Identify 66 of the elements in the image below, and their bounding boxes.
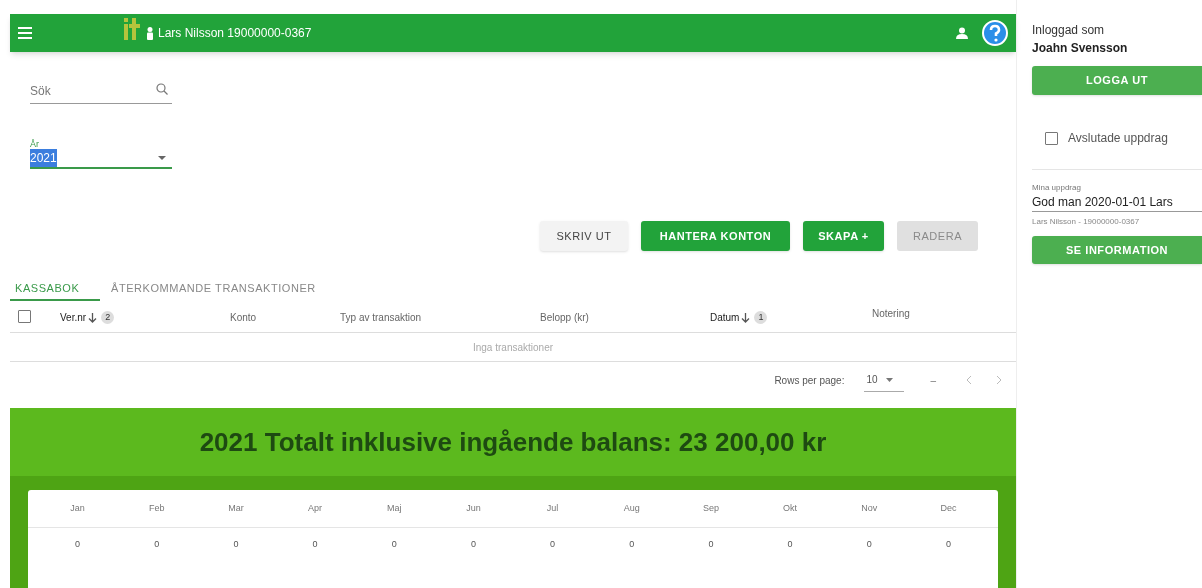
menu-icon[interactable] <box>18 27 32 39</box>
action-button[interactable]: HANTERA KONTON <box>641 221 790 251</box>
column-header[interactable]: Belopp (kr) <box>540 310 589 325</box>
column-header[interactable]: Ver.nr <box>60 310 87 325</box>
month-header: Mar <box>228 501 244 515</box>
year-select[interactable]: 2021 <box>30 149 172 169</box>
dropdown-icon <box>158 156 166 160</box>
month-value: 0 <box>550 538 556 552</box>
action-button[interactable]: SKRIV UT <box>540 221 628 251</box>
page-range: – <box>930 373 936 388</box>
sort-order-badge: 2 <box>101 311 115 324</box>
checkbox-label: Avslutade uppdrag <box>1068 130 1168 147</box>
month-header: Jun <box>466 501 481 515</box>
search-field[interactable]: Sök <box>30 79 172 104</box>
action-button[interactable]: SKAPA + <box>803 221 884 251</box>
month-header: Nov <box>861 501 878 515</box>
checkbox[interactable] <box>18 310 31 323</box>
month-header: Jan <box>70 501 85 515</box>
month-header: Feb <box>149 501 165 515</box>
month-header: Jul <box>546 501 559 515</box>
month-header: Okt <box>783 501 798 515</box>
tab[interactable]: KASSABOK <box>10 277 100 301</box>
assignment-select[interactable]: God man 2020-01-01 Lars <box>1032 192 1202 212</box>
client-name: Lars Nilsson 19000000-0367 <box>158 25 312 42</box>
search-icon <box>156 83 168 95</box>
month-value: 0 <box>945 538 951 552</box>
helper-text: Lars Nilsson - 19000000-0367 <box>1032 216 1141 228</box>
rows-per-page-select[interactable]: 10 <box>864 368 905 392</box>
month-value: 0 <box>866 538 872 552</box>
column-header[interactable]: Notering <box>872 306 910 321</box>
account-icon[interactable] <box>956 27 968 39</box>
month-header: Maj <box>387 501 402 515</box>
sort-arrow-icon <box>88 312 98 323</box>
user-name: Joahn Svensson <box>1032 40 1129 57</box>
sort-arrow-icon <box>741 312 751 323</box>
month-header: Apr <box>308 501 323 515</box>
sort-order-badge: 1 <box>754 311 768 324</box>
empty-message: Inga transaktioner <box>472 340 554 355</box>
logged-in-label: Inloggad som <box>1032 22 1106 39</box>
month-value: 0 <box>75 538 81 552</box>
column-header[interactable]: Typ av transaktion <box>340 310 422 325</box>
field-label: År <box>30 140 40 149</box>
month-value: 0 <box>470 538 476 552</box>
month-value: 0 <box>312 538 318 552</box>
field-label: Mina uppdrag <box>1032 184 1082 192</box>
summary-title: 2021 Totalt inklusive ingående balans: 23 200,00 kr <box>199 425 827 459</box>
tab[interactable]: ÅTERKOMMANDE TRANSAKTIONER <box>106 277 321 301</box>
next-page-icon[interactable] <box>996 375 1002 385</box>
previous-page-icon[interactable] <box>966 375 972 385</box>
dropdown-icon <box>885 377 893 382</box>
month-header: Dec <box>940 501 957 515</box>
column-header[interactable]: Konto <box>230 310 257 325</box>
month-header: Sep <box>702 501 719 515</box>
column-header[interactable]: Datum <box>710 310 740 325</box>
month-value: 0 <box>391 538 397 552</box>
person-icon <box>146 26 154 40</box>
help-icon[interactable] <box>982 20 1008 46</box>
month-value: 0 <box>708 538 714 552</box>
month-value: 0 <box>787 538 793 552</box>
month-value: 0 <box>233 538 239 552</box>
month-value: 0 <box>154 538 160 552</box>
month-value: 0 <box>629 538 635 552</box>
logo-icon <box>124 18 140 40</box>
checkbox[interactable] <box>1045 131 1058 145</box>
month-header: Aug <box>623 501 640 515</box>
rows-per-page-label: Rows per page: <box>774 373 845 388</box>
